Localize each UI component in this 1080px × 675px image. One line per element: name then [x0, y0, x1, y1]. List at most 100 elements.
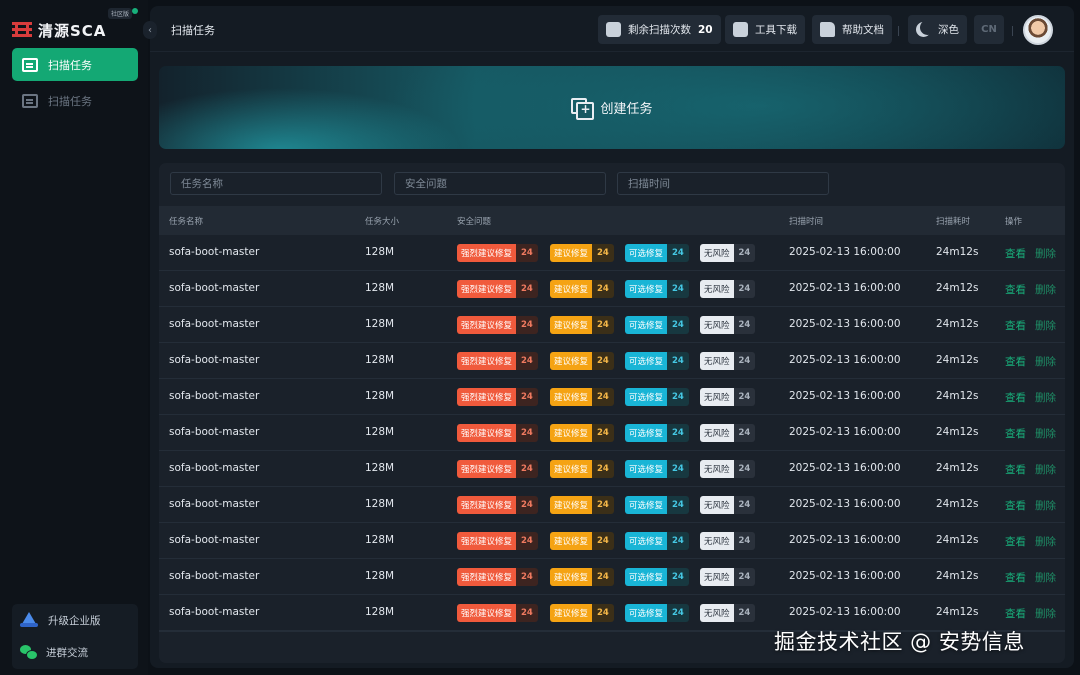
view-button[interactable]: 查看 — [1005, 462, 1026, 477]
task-name-cell: sofa-boot-master — [169, 498, 260, 510]
optional-fix-count: 24 — [667, 352, 689, 370]
task-name-cell: sofa-boot-master — [169, 606, 260, 618]
delete-button[interactable]: 删除 — [1035, 318, 1056, 333]
upgrade-enterprise-button[interactable]: 升级企业版 — [20, 610, 101, 630]
no-risk-count: 24 — [733, 424, 756, 442]
strong-fix-badge: 强烈建议修复 24 — [457, 280, 538, 298]
scan-task-icon — [22, 57, 38, 72]
no-risk-label: 无风险 — [700, 460, 734, 478]
sidebar-item-label: 扫描任务 — [48, 58, 92, 72]
table-header: 任务名称 任务大小 安全问题 扫描时间 扫描耗时 操作 — [159, 206, 1065, 235]
column-header-scan-time[interactable]: 扫描时间 — [789, 215, 823, 227]
view-button[interactable]: 查看 — [1005, 282, 1026, 297]
scan-time-cell: 2025-02-13 16:00:00 — [789, 282, 901, 294]
suggest-fix-count: 24 — [592, 316, 614, 334]
no-risk-count: 24 — [733, 352, 756, 370]
table-row[interactable]: sofa-boot-master 128M 强烈建议修复 24 建议修复 24 可选修复 24… — [159, 415, 1065, 451]
task-name-filter[interactable] — [170, 172, 382, 195]
optional-fix-label: 可选修复 — [625, 496, 668, 514]
optional-fix-badge: 可选修复 24 — [625, 388, 689, 406]
delete-button[interactable]: 删除 — [1035, 570, 1056, 585]
optional-fix-count: 24 — [667, 388, 689, 406]
optional-fix-count: 24 — [667, 460, 689, 478]
table-row[interactable]: sofa-boot-master 128M 强烈建议修复 24 建议修复 24 可选修复 24… — [159, 271, 1065, 307]
no-risk-count: 24 — [733, 568, 756, 586]
table-row[interactable]: sofa-boot-master 128M 强烈建议修复 24 建议修复 24 可选修复 24… — [159, 487, 1065, 523]
table-row[interactable]: sofa-boot-master 128M 强烈建议修复 24 建议修复 24 可选修复 24… — [159, 379, 1065, 415]
delete-button[interactable]: 删除 — [1035, 390, 1056, 405]
column-header-task-name[interactable]: 任务名称 — [169, 215, 203, 227]
remaining-scans-count: 20 — [698, 23, 713, 36]
delete-button[interactable]: 删除 — [1035, 606, 1056, 621]
delete-button[interactable]: 删除 — [1035, 534, 1056, 549]
scan-duration-cell: 24m12s — [936, 246, 979, 258]
document-icon — [820, 22, 835, 37]
table-row[interactable]: sofa-boot-master 128M 强烈建议修复 24 建议修复 24 可选修复 24… — [159, 343, 1065, 379]
optional-fix-badge: 可选修复 24 — [625, 352, 689, 370]
column-header-task-size[interactable]: 任务大小 — [365, 215, 399, 227]
view-button[interactable]: 查看 — [1005, 390, 1026, 405]
avatar[interactable] — [1023, 15, 1053, 45]
help-docs-button[interactable]: 帮助文档 — [812, 15, 892, 44]
create-task-banner[interactable]: 创建任务 — [159, 66, 1065, 149]
view-button[interactable]: 查看 — [1005, 534, 1026, 549]
task-size-cell: 128M — [365, 354, 395, 366]
table-row[interactable]: sofa-boot-master 128M 强烈建议修复 24 建议修复 24 可选修复 24… — [159, 559, 1065, 595]
optional-fix-count: 24 — [667, 424, 689, 442]
theme-toggle-button[interactable]: 深色 — [908, 15, 967, 44]
task-size-cell: 128M — [365, 498, 395, 510]
strong-fix-label: 强烈建议修复 — [457, 316, 517, 334]
language-button[interactable]: CN — [974, 15, 1004, 44]
security-issue-filter[interactable] — [394, 172, 606, 195]
no-risk-label: 无风险 — [700, 352, 734, 370]
scan-count-icon — [606, 22, 621, 37]
scan-time-filter[interactable] — [617, 172, 829, 195]
task-name-cell: sofa-boot-master — [169, 354, 260, 366]
view-button[interactable]: 查看 — [1005, 246, 1026, 261]
delete-button[interactable]: 删除 — [1035, 498, 1056, 513]
table-row[interactable]: sofa-boot-master 128M 强烈建议修复 24 建议修复 24 可选修复 24… — [159, 235, 1065, 271]
logo[interactable]: 清源SCA — [12, 18, 142, 42]
table-row[interactable]: sofa-boot-master 128M 强烈建议修复 24 建议修复 24 可选修复 24… — [159, 523, 1065, 559]
scan-time-cell: 2025-02-13 16:00:00 — [789, 462, 901, 474]
delete-button[interactable]: 删除 — [1035, 426, 1056, 441]
suggest-fix-badge: 建议修复 24 — [550, 460, 614, 478]
view-button[interactable]: 查看 — [1005, 354, 1026, 369]
no-risk-count: 24 — [733, 244, 756, 262]
no-risk-badge: 无风险 24 — [700, 280, 756, 298]
sidebar-collapse-button[interactable]: ‹ — [143, 21, 157, 39]
table-row[interactable]: sofa-boot-master 128M 强烈建议修复 24 建议修复 24 可选修复 24… — [159, 307, 1065, 343]
strong-fix-badge: 强烈建议修复 24 — [457, 244, 538, 262]
tool-download-button[interactable]: 工具下载 — [725, 15, 805, 44]
delete-button[interactable]: 删除 — [1035, 246, 1056, 261]
view-button[interactable]: 查看 — [1005, 498, 1026, 513]
remaining-scans-button[interactable]: 剩余扫描次数 20 — [598, 15, 721, 44]
wechat-icon — [20, 645, 38, 660]
join-group-button[interactable]: 进群交流 — [20, 642, 88, 662]
delete-button[interactable]: 删除 — [1035, 282, 1056, 297]
delete-button[interactable]: 删除 — [1035, 462, 1056, 477]
task-size-cell: 128M — [365, 570, 395, 582]
no-risk-label: 无风险 — [700, 244, 734, 262]
column-header-security-issues[interactable]: 安全问题 — [457, 215, 491, 227]
optional-fix-badge: 可选修复 24 — [625, 532, 689, 550]
help-docs-label: 帮助文档 — [842, 24, 884, 36]
suggest-fix-count: 24 — [592, 460, 614, 478]
optional-fix-count: 24 — [667, 532, 689, 550]
sidebar-item-scan-task-secondary[interactable]: 扫描任务 — [12, 84, 138, 117]
no-risk-label: 无风险 — [700, 532, 734, 550]
delete-button[interactable]: 删除 — [1035, 354, 1056, 369]
scan-time-cell: 2025-02-13 16:00:00 — [789, 246, 901, 258]
view-button[interactable]: 查看 — [1005, 570, 1026, 585]
table-row[interactable]: sofa-boot-master 128M 强烈建议修复 24 建议修复 24 可选修复 24… — [159, 451, 1065, 487]
no-risk-label: 无风险 — [700, 424, 734, 442]
no-risk-label: 无风险 — [700, 316, 734, 334]
view-button[interactable]: 查看 — [1005, 606, 1026, 621]
view-button[interactable]: 查看 — [1005, 318, 1026, 333]
scan-time-cell: 2025-02-13 16:00:00 — [789, 354, 901, 366]
scan-time-cell: 2025-02-13 16:00:00 — [789, 534, 901, 546]
column-header-scan-duration[interactable]: 扫描耗时 — [936, 215, 970, 227]
sidebar-item-scan-task[interactable]: 扫描任务 — [12, 48, 138, 81]
no-risk-badge: 无风险 24 — [700, 568, 756, 586]
view-button[interactable]: 查看 — [1005, 426, 1026, 441]
